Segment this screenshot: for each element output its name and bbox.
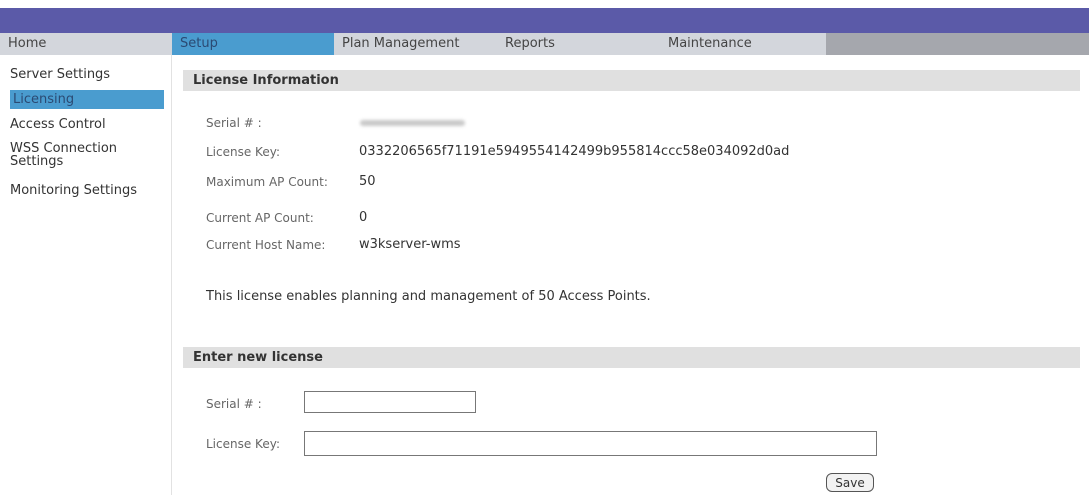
license-key-value: 0332206565f71191e5949554142499b955814ccc… xyxy=(359,144,790,159)
main-nav: Home Setup Plan Management Reports Maint… xyxy=(0,33,1089,55)
max-ap-count-label: Maximum AP Count: xyxy=(206,175,328,189)
current-host-name-value: w3kserver-wms xyxy=(359,237,461,252)
sidebar-item-server-settings[interactable]: Server Settings xyxy=(10,68,165,82)
license-key-input[interactable] xyxy=(304,431,877,456)
tab-reports[interactable]: Reports xyxy=(497,33,660,55)
sidebar-item-wss-connection-settings[interactable]: WSS Connection Settings xyxy=(10,142,165,168)
license-key-label: License Key: xyxy=(206,145,280,159)
tab-home[interactable]: Home xyxy=(0,33,172,55)
license-note: This license enables planning and manage… xyxy=(206,289,651,304)
sidebar: Server Settings Licensing Access Control… xyxy=(0,55,172,495)
new-license-key-label: License Key: xyxy=(206,437,280,451)
tab-maintenance[interactable]: Maintenance xyxy=(660,33,826,55)
serial-label: Serial # : xyxy=(206,116,262,130)
sidebar-item-label: Settings xyxy=(10,154,64,169)
new-serial-label: Serial # : xyxy=(206,397,262,411)
top-banner xyxy=(0,8,1089,33)
max-ap-count-value: 50 xyxy=(359,174,376,189)
serial-input[interactable] xyxy=(304,391,476,413)
save-button[interactable]: Save xyxy=(826,473,874,492)
current-ap-count-value: 0 xyxy=(359,210,368,225)
current-ap-count-label: Current AP Count: xyxy=(206,211,314,225)
current-host-name-label: Current Host Name: xyxy=(206,238,326,252)
sidebar-item-monitoring-settings[interactable]: Monitoring Settings xyxy=(10,184,165,198)
tab-setup[interactable]: Setup xyxy=(172,33,334,55)
new-license-header: Enter new license xyxy=(183,347,1080,368)
nav-filler xyxy=(826,33,1089,55)
tab-plan-management[interactable]: Plan Management xyxy=(334,33,497,55)
license-info-header: License Information xyxy=(183,70,1080,91)
sidebar-item-licensing[interactable]: Licensing xyxy=(10,90,164,109)
sidebar-item-access-control[interactable]: Access Control xyxy=(10,118,165,132)
serial-value-redacted xyxy=(360,120,465,126)
